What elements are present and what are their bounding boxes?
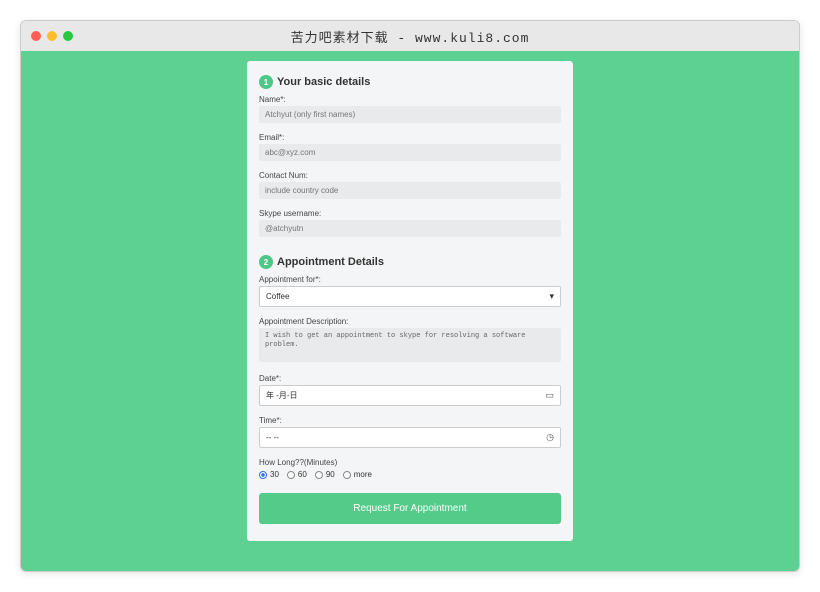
radio-60[interactable]: 60 [287,470,307,479]
radio-30-label: 30 [270,470,279,479]
radio-icon [315,471,323,479]
time-value: -- -- [266,433,279,442]
close-icon[interactable] [31,31,41,41]
step-2-badge: 2 [259,255,273,269]
contact-label: Contact Num: [259,171,561,180]
skype-input[interactable] [259,220,561,237]
name-field: Name*: [259,95,561,123]
radio-90[interactable]: 90 [315,470,335,479]
skype-field: Skype username: [259,209,561,237]
appointment-for-value: Coffee [266,292,289,301]
appointment-for-select[interactable]: Coffee ▾ [259,286,561,307]
email-label: Email*: [259,133,561,142]
maximize-icon[interactable] [63,31,73,41]
radio-90-label: 90 [326,470,335,479]
duration-label: How Long??(Minutes) [259,458,561,467]
time-field: Time*: -- -- ◷ [259,416,561,448]
radio-more-label: more [354,470,372,479]
section-appointment-details-header: 2 Appointment Details [259,255,561,269]
browser-frame: 苦力吧素材下载 - www.kuli8.com 1 Your basic det… [20,20,800,572]
time-label: Time*: [259,416,561,425]
chevron-down-icon: ▾ [549,291,554,302]
page-title: 苦力吧素材下载 - www.kuli8.com [291,27,530,46]
duration-field: How Long??(Minutes) 30 60 90 [259,458,561,479]
section-basic-details-header: 1 Your basic details [259,75,561,89]
date-field: Date*: 年 -月-日 ▭ [259,374,561,406]
description-label: Appointment Description: [259,317,561,326]
submit-button[interactable]: Request For Appointment [259,493,561,524]
name-input[interactable] [259,106,561,123]
viewport: 1 Your basic details Name*: Email*: Cont… [21,51,799,571]
appointment-for-label: Appointment for*: [259,275,561,284]
description-textarea[interactable] [259,328,561,362]
calendar-icon: ▭ [545,390,554,401]
contact-field: Contact Num: [259,171,561,199]
date-input[interactable]: 年 -月-日 ▭ [259,385,561,406]
section-2-title: Appointment Details [277,256,384,268]
date-value: 年 -月-日 [266,390,298,401]
date-label: Date*: [259,374,561,383]
radio-icon [259,471,267,479]
email-input[interactable] [259,144,561,161]
time-input[interactable]: -- -- ◷ [259,427,561,448]
appointment-form: 1 Your basic details Name*: Email*: Cont… [247,61,573,541]
contact-input[interactable] [259,182,561,199]
radio-icon [343,471,351,479]
minimize-icon[interactable] [47,31,57,41]
radio-icon [287,471,295,479]
clock-icon: ◷ [546,432,554,443]
browser-titlebar: 苦力吧素材下载 - www.kuli8.com [21,21,799,51]
skype-label: Skype username: [259,209,561,218]
radio-30[interactable]: 30 [259,470,279,479]
duration-options: 30 60 90 more [259,470,561,479]
name-label: Name*: [259,95,561,104]
radio-more[interactable]: more [343,470,372,479]
window-controls [31,31,73,41]
section-1-title: Your basic details [277,76,370,88]
description-field: Appointment Description: [259,317,561,364]
appointment-for-field: Appointment for*: Coffee ▾ [259,275,561,307]
email-field: Email*: [259,133,561,161]
step-1-badge: 1 [259,75,273,89]
radio-60-label: 60 [298,470,307,479]
